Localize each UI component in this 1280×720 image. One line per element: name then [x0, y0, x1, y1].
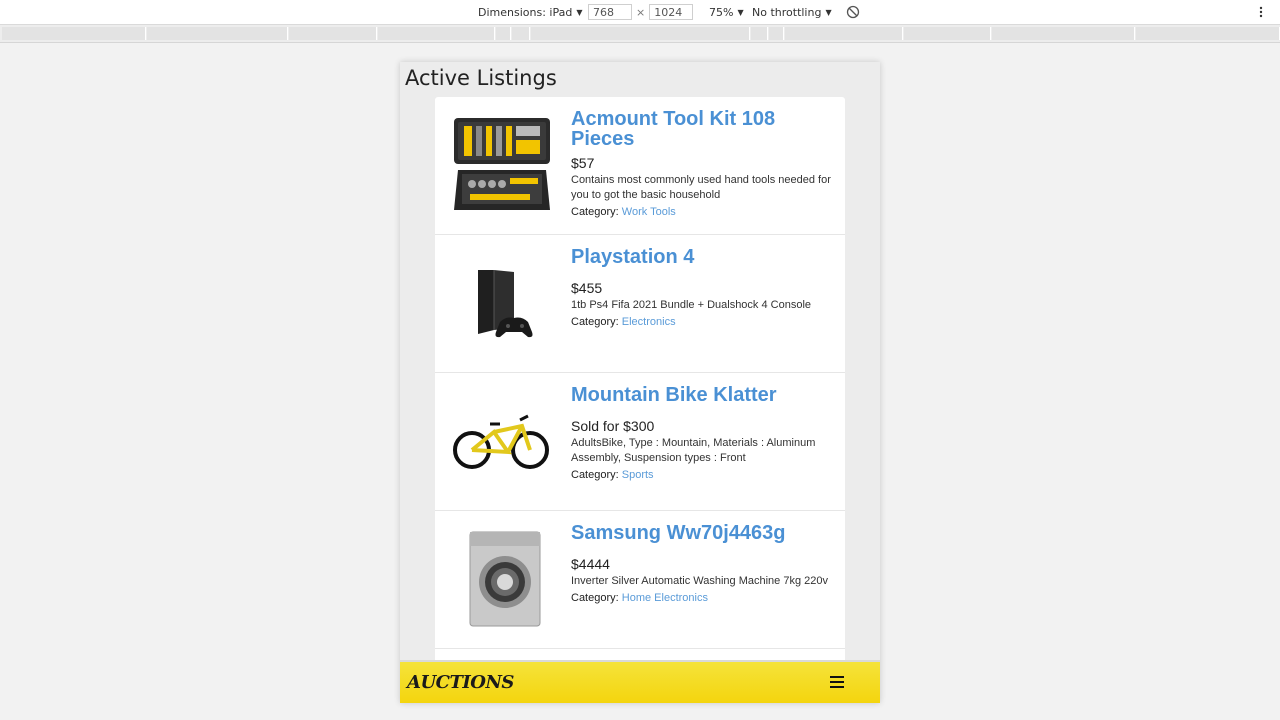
zoom-label: 75% — [709, 5, 734, 19]
listing-description: Inverter Silver Automatic Washing Machin… — [571, 575, 828, 587]
listing-title-link[interactable]: Acmount Tool Kit 108 Pieces — [571, 109, 831, 149]
category-link[interactable]: Home Electronics — [622, 592, 708, 604]
media-query-segment[interactable] — [1136, 27, 1280, 40]
page-title: Active Listings — [405, 66, 557, 90]
media-query-segment[interactable] — [751, 27, 768, 40]
media-query-segment[interactable] — [904, 27, 991, 40]
dropdown-caret-icon: ▼ — [576, 7, 583, 17]
media-query-segment[interactable] — [378, 27, 495, 40]
listing-title-link[interactable]: Playstation 4 — [571, 247, 831, 267]
media-query-segment[interactable] — [531, 27, 750, 40]
media-query-segment[interactable] — [147, 27, 288, 40]
dimensions-label: Dimensions: iPad — [478, 5, 573, 19]
zoom-select[interactable]: 75% ▼ — [709, 0, 744, 24]
dimensions-select[interactable]: Dimensions: iPad ▼ — [478, 0, 582, 24]
listing-price: $4444 — [571, 556, 610, 572]
auctions-logo[interactable]: AUCTIONS — [407, 672, 514, 693]
bicycle-image[interactable] — [447, 385, 557, 495]
dropdown-caret-icon: ▼ — [737, 7, 744, 17]
more-options-button[interactable] — [1259, 0, 1263, 24]
console-image[interactable] — [447, 247, 557, 357]
listing-description: 1tb Ps4 Fifa 2021 Bundle + Dualshock 4 C… — [571, 299, 812, 311]
times-sign: × — [636, 5, 646, 19]
media-query-segment[interactable] — [496, 27, 511, 40]
width-input[interactable]: 768 — [588, 4, 632, 20]
no-sign-icon — [846, 5, 860, 19]
listings-panel: Acmount Tool Kit 108 Pieces $57 Contains… — [435, 97, 845, 697]
hamburger-menu-icon[interactable] — [830, 676, 844, 688]
footer-navbar: AUCTIONS — [400, 660, 880, 703]
listing-card[interactable]: Acmount Tool Kit 108 Pieces $57 Contains… — [435, 97, 845, 235]
height-input[interactable]: 1024 — [649, 4, 694, 20]
category-label: Category: — [571, 206, 619, 218]
category-link[interactable]: Electronics — [622, 316, 676, 328]
listing-card[interactable]: Mountain Bike Klatter Sold for $300 Adul… — [435, 373, 845, 511]
listing-description: AdultsBike, Type : Mountain, Materials :… — [571, 437, 816, 464]
category-link[interactable]: Sports — [622, 469, 654, 481]
listing-description: Contains most commonly used hand tools n… — [571, 174, 831, 201]
listing-card[interactable]: Samsung Ww70j4463g $4444 Inverter Silver… — [435, 511, 845, 649]
listing-price: Sold for $300 — [571, 418, 655, 434]
category-label: Category: — [571, 469, 619, 481]
media-query-bar — [0, 25, 1280, 43]
media-query-segment[interactable] — [769, 27, 784, 40]
more-vertical-icon — [1259, 6, 1263, 18]
media-query-segment[interactable] — [289, 27, 377, 40]
listing-category: Category: Electronics — [571, 316, 831, 328]
media-query-segment[interactable] — [785, 27, 903, 40]
category-link[interactable]: Work Tools — [622, 206, 676, 218]
listing-category: Category: Home Electronics — [571, 592, 831, 604]
dropdown-caret-icon: ▼ — [825, 7, 832, 17]
washing-machine-image[interactable] — [447, 523, 557, 633]
rotate-button[interactable] — [846, 0, 860, 24]
listing-price: $455 — [571, 280, 603, 296]
listing-category: Category: Sports — [571, 469, 831, 481]
media-query-segment[interactable] — [992, 27, 1135, 40]
category-label: Category: — [571, 316, 619, 328]
listing-category: Category: Work Tools — [571, 206, 831, 218]
devtools-device-toolbar: Dimensions: iPad ▼ 768 × 1024 75% ▼ No t… — [0, 0, 1280, 25]
throttling-label: No throttling — [752, 5, 822, 19]
throttling-select[interactable]: No throttling ▼ — [752, 0, 832, 24]
media-query-segment[interactable] — [2, 27, 146, 40]
listing-title-link[interactable]: Samsung Ww70j4463g — [571, 523, 831, 543]
device-viewport: Active Listings Acmount Tool Kit 108 Pie… — [400, 62, 880, 703]
listing-card[interactable]: Playstation 4 $455 1tb Ps4 Fifa 2021 Bun… — [435, 235, 845, 373]
category-label: Category: — [571, 592, 619, 604]
listing-price: $57 — [571, 155, 595, 171]
listing-title-link[interactable]: Mountain Bike Klatter — [571, 385, 831, 405]
media-query-segment[interactable] — [512, 27, 530, 40]
toolkit-image[interactable] — [447, 109, 557, 219]
